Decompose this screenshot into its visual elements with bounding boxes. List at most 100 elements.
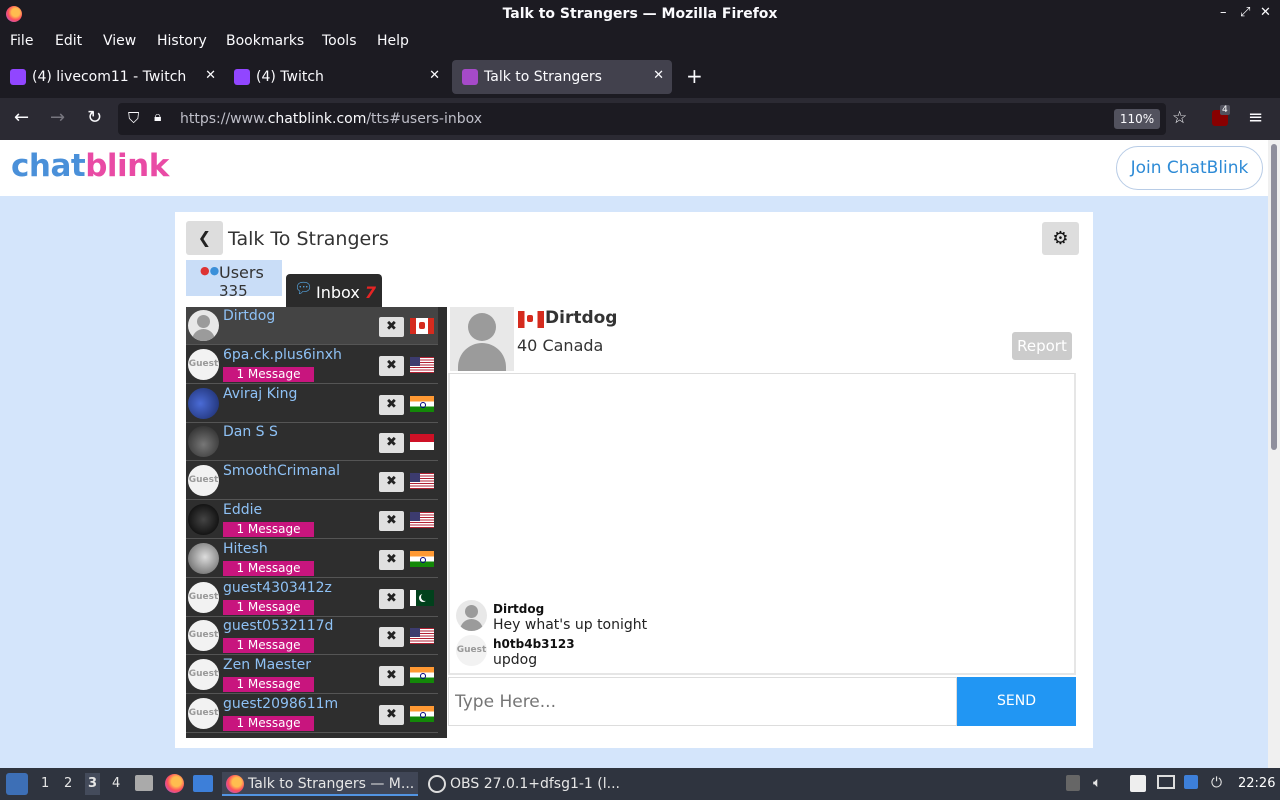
menu-edit[interactable]: Edit — [55, 33, 82, 49]
user-name[interactable]: guest4303412z — [223, 580, 332, 596]
tab-twitch-livecom11[interactable]: (4) livecom11 - Twitch ✕ — [0, 60, 224, 94]
menu-file[interactable]: File — [10, 33, 33, 49]
profile-avatar[interactable] — [450, 307, 514, 371]
user-row[interactable]: Dan S S ✖ — [186, 423, 438, 462]
new-tab-plus-icon[interactable]: + — [686, 64, 703, 88]
profile-name[interactable]: Dirtdog — [545, 308, 617, 328]
report-button[interactable]: Report — [1012, 332, 1072, 360]
remove-user-close-icon[interactable]: ✖ — [379, 472, 404, 493]
minimize-button[interactable]: – — [1220, 5, 1227, 20]
chatblink-logo[interactable]: chatblink — [11, 148, 169, 184]
user-row[interactable]: Guest SmoothCrimanal ✖ — [186, 462, 438, 501]
message-text: updog — [493, 652, 538, 668]
remove-user-close-icon[interactable]: ✖ — [379, 627, 404, 648]
user-row[interactable]: Eddie 1 Message ✖ — [186, 501, 438, 539]
close-tab-icon[interactable]: ✕ — [205, 68, 216, 83]
remove-user-close-icon[interactable]: ✖ — [379, 666, 404, 687]
user-row[interactable]: Guest guest0532117d 1 Message ✖ — [186, 617, 438, 656]
message-input[interactable] — [448, 677, 957, 726]
file-manager-icon[interactable] — [135, 775, 153, 791]
join-chatblink-button[interactable]: Join ChatBlink — [1116, 146, 1263, 190]
volume-icon[interactable]: 🔈︎ — [1093, 775, 1101, 791]
remove-user-close-icon[interactable]: ✖ — [379, 394, 404, 415]
menu-tools[interactable]: Tools — [322, 33, 357, 49]
send-button[interactable]: SEND — [957, 677, 1076, 726]
guest-avatar: Guest — [188, 348, 219, 380]
taskbar-item-obs[interactable]: OBS 27.0.1+dfsg1-1 (l... — [424, 772, 620, 796]
url-text[interactable]: https://www.chatblink.com/tts#users-inbo… — [180, 111, 482, 127]
remove-user-close-icon[interactable]: ✖ — [379, 705, 404, 725]
hamburger-menu-icon[interactable]: ≡ — [1248, 107, 1263, 128]
power-icon[interactable]: ⏻ — [1211, 775, 1222, 791]
user-name[interactable]: Aviraj King — [223, 386, 297, 402]
back-chevron-button[interactable]: ❮ — [186, 221, 223, 255]
workspace-1[interactable]: 1 — [41, 776, 49, 791]
menu-bookmarks[interactable]: Bookmarks — [226, 33, 304, 49]
user-name[interactable]: Eddie — [223, 502, 262, 518]
lock-icon[interactable]: 🔒︎ — [154, 109, 161, 125]
users-icon: ●● — [200, 264, 220, 277]
clipboard-icon[interactable] — [1130, 775, 1146, 792]
notification-icon[interactable] — [1184, 775, 1198, 789]
canada-flag-icon — [518, 311, 544, 328]
taskbar-item-firefox[interactable]: Talk to Strangers — M... — [222, 772, 418, 796]
tab-twitch[interactable]: (4) Twitch ✕ — [224, 60, 448, 94]
user-name[interactable]: 6pa.ck.plus6inxh — [223, 347, 342, 363]
menu-help[interactable]: Help — [377, 33, 409, 49]
maximize-button[interactable]: ⤢ — [1240, 5, 1250, 20]
remove-user-close-icon[interactable]: ✖ — [379, 588, 404, 609]
start-menu-icon[interactable] — [6, 773, 28, 795]
workspace-2[interactable]: 2 — [64, 776, 72, 791]
user-name[interactable]: guest0532117d — [223, 618, 333, 634]
inbox-tab-label: Inbox 7 — [316, 283, 377, 302]
user-name[interactable]: Hitesh — [223, 541, 268, 557]
remove-user-close-icon[interactable]: ✖ — [379, 355, 404, 376]
user-row[interactable]: Guest guest4303412z 1 Message ✖ — [186, 578, 438, 617]
close-tab-icon[interactable]: ✕ — [653, 68, 664, 83]
user-name[interactable]: Dan S S — [223, 424, 278, 440]
back-arrow-icon[interactable]: ← — [14, 107, 29, 128]
remove-user-close-icon[interactable]: ✖ — [379, 511, 404, 531]
zoom-level[interactable]: 110% — [1114, 109, 1160, 129]
bookmark-star-icon[interactable]: ☆ — [1172, 108, 1187, 128]
chatblink-favicon-icon — [462, 69, 478, 85]
remove-user-close-icon[interactable]: ✖ — [379, 433, 404, 454]
settings-gear-button[interactable]: ⚙ — [1042, 222, 1079, 255]
user-row[interactable]: Aviraj King ✖ — [186, 384, 438, 423]
remove-user-close-icon[interactable]: ✖ — [379, 549, 404, 570]
user-row[interactable]: Dirtdog ✖ — [186, 307, 438, 345]
close-window-button[interactable]: ✕ — [1260, 5, 1271, 20]
firefox-launcher-icon[interactable] — [165, 774, 184, 793]
tab-users[interactable]: ●● Users 335 — [186, 260, 282, 300]
user-name[interactable]: SmoothCrimanal — [223, 463, 340, 479]
remove-user-close-icon[interactable]: ✖ — [379, 317, 404, 337]
workspace-4[interactable]: 4 — [112, 776, 120, 791]
tab-inbox[interactable]: 💬︎ Inbox 7 — [286, 274, 382, 309]
network-icon[interactable] — [1157, 775, 1175, 789]
scrollbar-thumb[interactable] — [1271, 144, 1277, 450]
user-name[interactable]: Zen Maester — [223, 657, 311, 673]
user-name[interactable]: Dirtdog — [223, 308, 275, 324]
user-row[interactable]: Guest guest2098611m 1 Message ✖ — [186, 695, 438, 733]
page-scrollbar[interactable] — [1268, 140, 1280, 768]
shield-icon[interactable]: ⛉ — [128, 109, 139, 127]
user-row[interactable]: Guest Zen Maester 1 Message ✖ — [186, 656, 438, 695]
user-name[interactable]: guest2098611m — [223, 696, 338, 712]
reload-icon[interactable]: ↻ — [87, 107, 102, 128]
desktop-icon[interactable] — [193, 775, 213, 792]
tray-storage-icon[interactable] — [1066, 775, 1080, 791]
close-tab-icon[interactable]: ✕ — [429, 68, 440, 83]
tab-bar: (4) livecom11 - Twitch ✕ (4) Twitch ✕ Ta… — [0, 58, 1280, 96]
user-avatar — [188, 426, 219, 458]
url-bar[interactable]: ⛉ 🔒︎ https://www.chatblink.com/tts#users… — [118, 103, 1187, 135]
user-avatar — [188, 542, 219, 574]
tab-talk-to-strangers[interactable]: Talk to Strangers ✕ — [452, 60, 672, 94]
forward-arrow-icon[interactable]: → — [50, 107, 65, 128]
guest-avatar: Guest — [188, 465, 219, 497]
compose-row: SEND — [448, 677, 1076, 726]
user-row[interactable]: Guest 6pa.ck.plus6inxh 1 Message ✖ — [186, 345, 438, 384]
menu-view[interactable]: View — [103, 33, 136, 49]
workspace-3[interactable]: 3 — [85, 773, 101, 795]
user-row[interactable]: Hitesh 1 Message ✖ — [186, 539, 438, 578]
menu-history[interactable]: History — [157, 33, 207, 49]
